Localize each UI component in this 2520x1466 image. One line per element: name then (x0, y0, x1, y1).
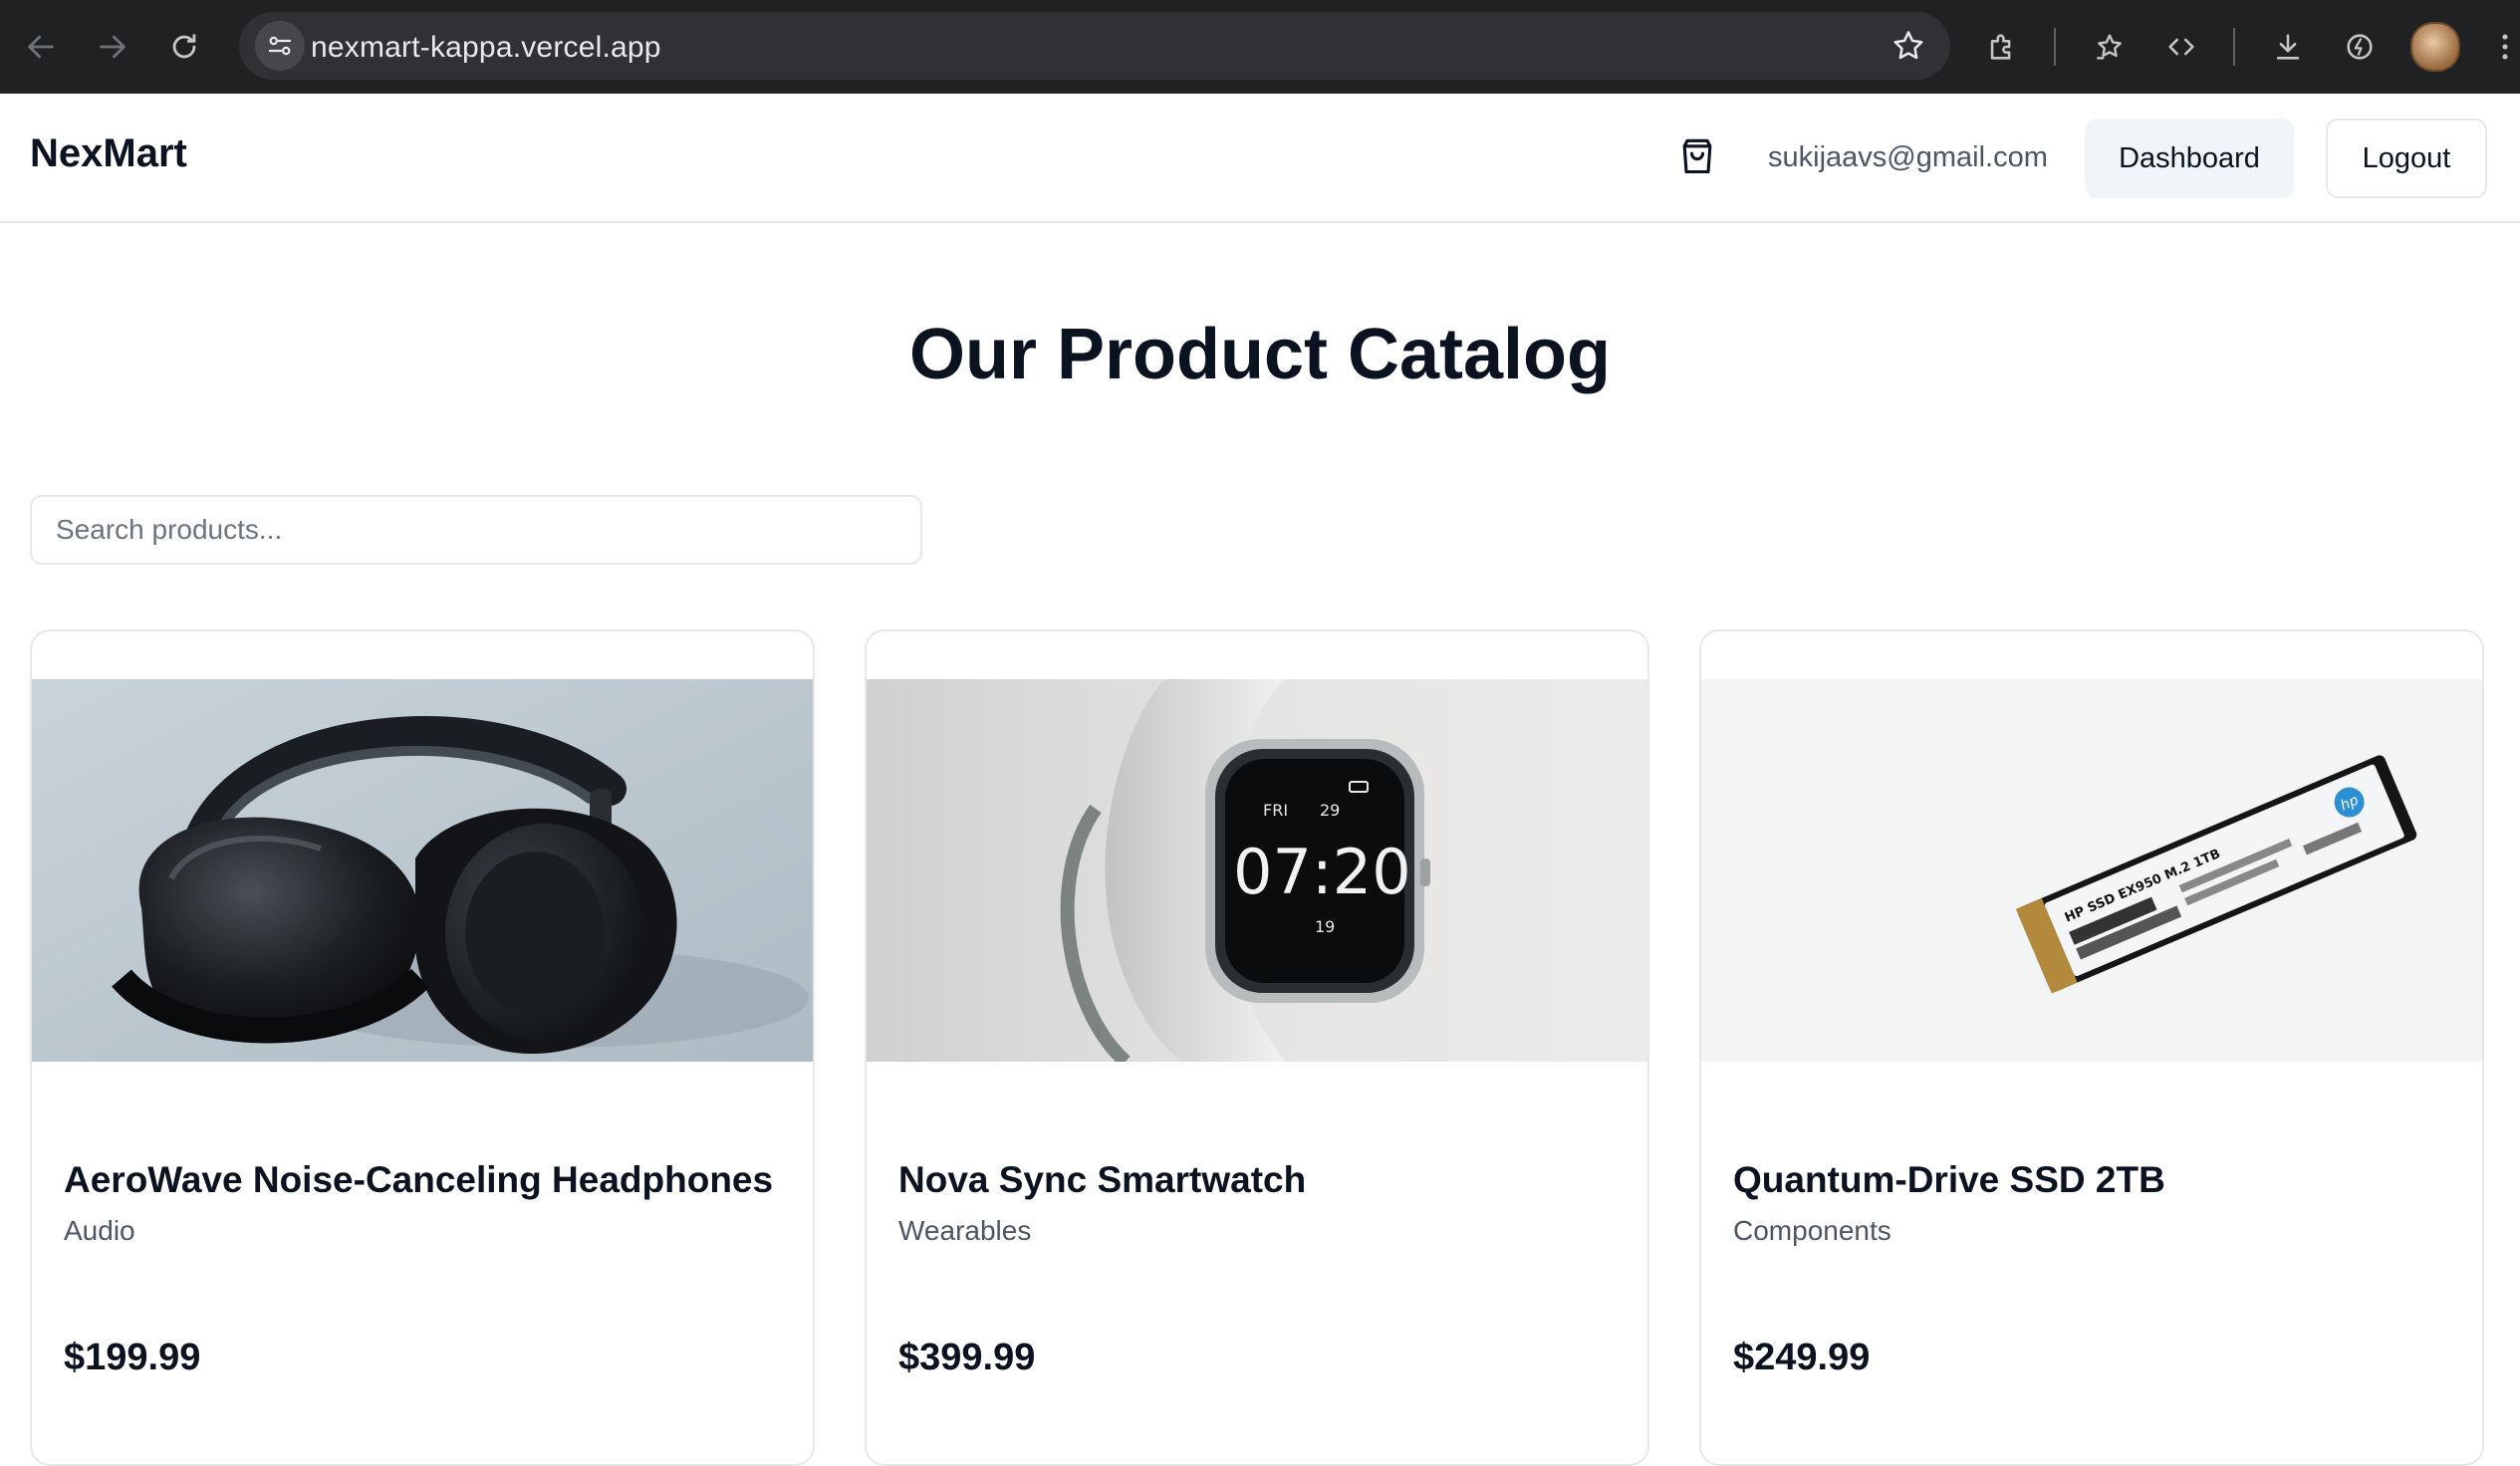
search-input[interactable] (30, 495, 922, 565)
menu-dots-icon[interactable] (2480, 22, 2520, 72)
product-card[interactable]: AeroWave Noise-Canceling Headphones Audi… (30, 629, 815, 1466)
site-info-icon[interactable] (255, 21, 305, 71)
watch-steps-text: 19 (1315, 917, 1335, 936)
profile-avatar[interactable] (2410, 22, 2460, 72)
browser-toolbar: nexmart-kappa.vercel.app (0, 0, 2520, 94)
dashboard-button[interactable]: Dashboard (2085, 119, 2294, 198)
product-category: Audio (64, 1215, 135, 1246)
site-header: NexMart sukijaavs@gmail.com Dashboard Lo… (0, 94, 2520, 223)
code-icon[interactable] (2156, 22, 2206, 72)
logout-button[interactable]: Logout (2326, 119, 2487, 198)
product-price: $399.99 (898, 1337, 1036, 1378)
watch-date-text: 29 (1320, 801, 1340, 820)
bookmarks-icon[interactable] (2085, 22, 2135, 72)
product-card[interactable]: HP SSD EX950 M.2 1TB hp Quantum-Drive SS… (1699, 629, 2484, 1466)
toolbar-divider (2233, 28, 2235, 66)
download-icon[interactable] (2263, 22, 2313, 72)
toolbar-divider (2054, 28, 2056, 66)
back-button[interactable] (16, 22, 66, 72)
product-price: $249.99 (1733, 1337, 1871, 1378)
reload-button[interactable] (159, 22, 209, 72)
product-image-ssd[interactable]: HP SSD EX950 M.2 1TB hp (1701, 679, 2482, 1062)
product-image-headphones[interactable] (32, 679, 813, 1062)
bookmark-star-icon[interactable] (1887, 24, 1930, 68)
product-name[interactable]: Nova Sync Smartwatch (898, 1159, 1306, 1201)
reload-icon (172, 34, 196, 59)
site-logo[interactable]: NexMart (30, 131, 187, 176)
arrow-right-icon (100, 35, 126, 59)
forward-button[interactable] (88, 22, 137, 72)
user-email: sukijaavs@gmail.com (1768, 141, 2048, 173)
arrow-left-icon (28, 35, 54, 59)
product-category: Wearables (898, 1215, 1032, 1246)
product-card[interactable]: FRI 29 07:20 19 Nova Sync Smartwatch Wea… (865, 629, 1649, 1466)
address-bar[interactable]: nexmart-kappa.vercel.app (239, 12, 1950, 80)
url-text[interactable]: nexmart-kappa.vercel.app (311, 31, 661, 65)
product-category: Components (1733, 1215, 1891, 1246)
extensions-icon[interactable] (1977, 22, 2027, 72)
product-price: $199.99 (64, 1337, 201, 1378)
watch-time-text: 07:20 (1233, 836, 1411, 908)
product-name[interactable]: AeroWave Noise-Canceling Headphones (64, 1159, 773, 1201)
product-name[interactable]: Quantum-Drive SSD 2TB (1733, 1159, 2165, 1201)
product-image-smartwatch[interactable]: FRI 29 07:20 19 (867, 679, 1647, 1062)
watch-day-text: FRI (1263, 801, 1288, 820)
performance-icon[interactable] (2335, 22, 2385, 72)
page-title: Our Product Catalog (908, 315, 1612, 394)
shopping-bag-icon[interactable] (1675, 133, 1719, 177)
